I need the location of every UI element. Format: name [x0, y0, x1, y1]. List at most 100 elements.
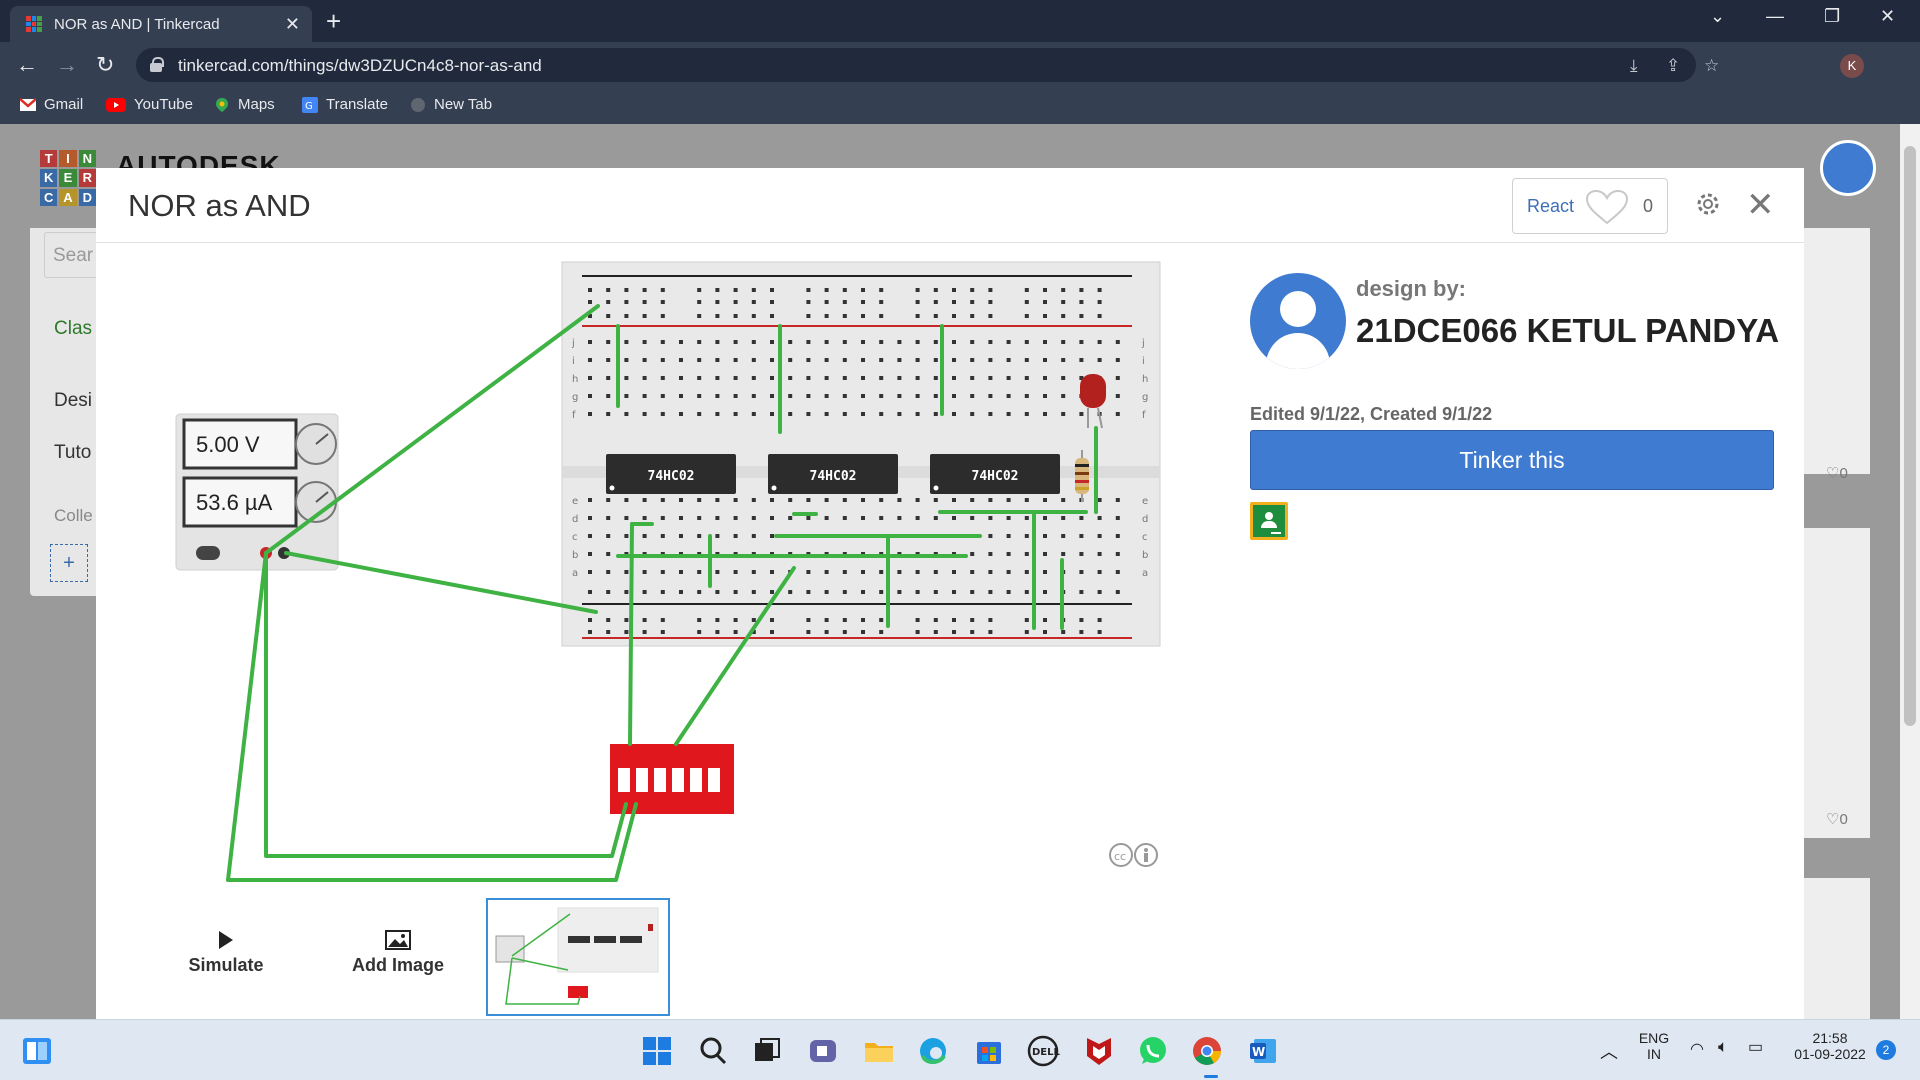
- heart-icon: [1585, 189, 1629, 225]
- add-collection-button[interactable]: +: [50, 544, 88, 582]
- gmail-icon: [20, 97, 36, 111]
- chip-74hc02-3[interactable]: 74HC02: [930, 454, 1060, 494]
- dip-switch-toggle[interactable]: [636, 768, 648, 792]
- bookmark-gmail[interactable]: Gmail: [20, 96, 83, 113]
- lock-icon[interactable]: [150, 57, 164, 72]
- designer-name-link[interactable]: 21DCE066 KETUL PANDYA: [1356, 312, 1779, 350]
- breadboard-row-label: g: [1142, 392, 1148, 403]
- bookmark-youtube[interactable]: YouTube: [106, 96, 193, 113]
- teams-chat-icon[interactable]: [806, 1034, 840, 1068]
- task-view-icon[interactable]: [750, 1034, 784, 1068]
- react-button[interactable]: React 0: [1512, 178, 1668, 234]
- bookmark-label: Gmail: [44, 96, 84, 113]
- svg-text:DELL: DELL: [1032, 1047, 1060, 1058]
- bookmark-new-tab[interactable]: New Tab: [410, 96, 492, 113]
- tinker-this-button[interactable]: Tinker this: [1250, 430, 1774, 490]
- address-bar[interactable]: tinkercad.com/things/dw3DZUCn4c8-nor-as-…: [136, 48, 1719, 82]
- file-explorer-icon[interactable]: [862, 1034, 896, 1068]
- store-icon[interactable]: [972, 1034, 1006, 1068]
- profile-avatar[interactable]: K: [1840, 54, 1864, 78]
- background-thumbnail[interactable]: [1804, 528, 1870, 838]
- creative-commons-icon[interactable]: cc: [1108, 842, 1160, 868]
- whatsapp-icon[interactable]: [1136, 1034, 1170, 1068]
- tab-search-chevron-icon[interactable]: ⌄: [1710, 6, 1725, 27]
- wifi-icon[interactable]: ◠: [1690, 1039, 1704, 1059]
- breadboard-row-label: c: [1142, 532, 1148, 543]
- reload-button[interactable]: ↻: [96, 52, 114, 78]
- start-icon[interactable]: [640, 1034, 674, 1068]
- edge-icon[interactable]: [916, 1034, 950, 1068]
- close-window-button[interactable]: ✕: [1880, 6, 1895, 27]
- minimize-button[interactable]: —: [1766, 6, 1784, 27]
- clock[interactable]: 21:58 01-09-2022: [1784, 1030, 1876, 1062]
- dell-icon[interactable]: DELL: [1026, 1034, 1060, 1068]
- tab-title: NOR as AND | Tinkercad: [54, 16, 220, 33]
- power-supply[interactable]: 5.00 V 53.6 µA: [175, 413, 339, 571]
- share-icon[interactable]: ⇪: [1666, 56, 1680, 76]
- dip-switch-toggle[interactable]: [654, 768, 666, 792]
- dip-switch-toggle[interactable]: [708, 768, 720, 792]
- bookmark-label: YouTube: [134, 96, 193, 113]
- breadboard-row-label: h: [572, 374, 578, 385]
- dip-switch-toggle[interactable]: [690, 768, 702, 792]
- bookmark-label: Maps: [238, 96, 275, 113]
- breadboard-row-label: d: [1142, 514, 1148, 525]
- dip-switch[interactable]: [610, 744, 734, 814]
- dip-switch-toggle[interactable]: [672, 768, 684, 792]
- close-icon[interactable]: ✕: [1746, 188, 1775, 222]
- new-tab-button[interactable]: +: [326, 8, 341, 34]
- battery-icon[interactable]: ▭: [1748, 1037, 1763, 1057]
- thumbnail-preview: [495, 907, 659, 1005]
- restore-button[interactable]: ❐: [1824, 6, 1840, 27]
- breadboard-row-label: h: [1142, 374, 1148, 385]
- design-modal: NOR as AND React 0 ✕ jjiihhggffeeddccbba…: [96, 168, 1804, 1020]
- chrome-icon[interactable]: [1190, 1034, 1224, 1068]
- chip-74hc02-2[interactable]: 74HC02: [768, 454, 898, 494]
- bookmark-maps[interactable]: Maps: [214, 96, 275, 113]
- like-count: ♡0: [1826, 811, 1848, 828]
- tinkercad-logo[interactable]: T I N K E R C A D: [40, 150, 96, 206]
- page-scrollbar[interactable]: [1900, 124, 1920, 1019]
- user-avatar-icon[interactable]: [1250, 273, 1346, 369]
- breadboard-row-label: a: [1142, 568, 1148, 579]
- image-icon: [385, 930, 411, 950]
- scrollbar-thumb[interactable]: [1904, 146, 1916, 726]
- google-classroom-icon[interactable]: [1250, 502, 1288, 540]
- svg-text:74HC02: 74HC02: [972, 469, 1019, 484]
- install-app-icon[interactable]: ⤓: [1630, 56, 1638, 76]
- design-thumbnail[interactable]: [486, 898, 670, 1016]
- language-indicator[interactable]: ENG IN: [1636, 1030, 1672, 1062]
- svg-text:G: G: [305, 101, 313, 112]
- url-text[interactable]: tinkercad.com/things/dw3DZUCn4c8-nor-as-…: [178, 56, 542, 76]
- widgets-icon[interactable]: [20, 1034, 54, 1068]
- svg-text:74HC02: 74HC02: [810, 469, 857, 484]
- chip-74hc02-1[interactable]: 74HC02: [606, 454, 736, 494]
- background-sidebar-item[interactable]: Colle: [54, 506, 93, 526]
- mcafee-icon[interactable]: [1082, 1034, 1116, 1068]
- bookmark-translate[interactable]: G Translate: [302, 96, 388, 113]
- breadboard-row-label: g: [572, 392, 578, 403]
- background-sidebar-item[interactable]: Tuto: [54, 442, 91, 464]
- add-image-button[interactable]: Add Image: [342, 930, 454, 976]
- dip-switch-toggle[interactable]: [618, 768, 630, 792]
- react-label: React: [1527, 196, 1575, 216]
- back-button[interactable]: ←: [16, 52, 38, 78]
- search-icon[interactable]: [696, 1034, 730, 1068]
- simulate-button[interactable]: Simulate: [176, 930, 276, 976]
- background-thumbnail[interactable]: [1804, 878, 1870, 1019]
- background-sidebar-item[interactable]: Desi: [54, 390, 92, 412]
- circuit-canvas[interactable]: j ji ih hg gf fe ed dc cb ba a 74HC02 74HC02 74HC0…: [96, 244, 1166, 934]
- tab-close-icon[interactable]: ✕: [285, 14, 300, 35]
- show-hidden-icons-chevron[interactable]: ︿: [1600, 1038, 1618, 1064]
- word-icon[interactable]: W: [1246, 1034, 1280, 1068]
- add-image-label: Add Image: [351, 955, 444, 975]
- background-sidebar-item[interactable]: Clas: [54, 318, 92, 340]
- forward-button[interactable]: →: [56, 52, 78, 78]
- notification-badge[interactable]: 2: [1876, 1040, 1896, 1060]
- bookmark-star-icon[interactable]: ☆: [1704, 56, 1719, 76]
- browser-tab[interactable]: NOR as AND | Tinkercad ✕: [10, 6, 312, 42]
- user-avatar[interactable]: [1820, 140, 1876, 196]
- volume-icon[interactable]: 🔈︎: [1718, 1037, 1728, 1057]
- background-thumbnail[interactable]: [1804, 228, 1870, 474]
- gear-icon[interactable]: [1694, 190, 1722, 218]
